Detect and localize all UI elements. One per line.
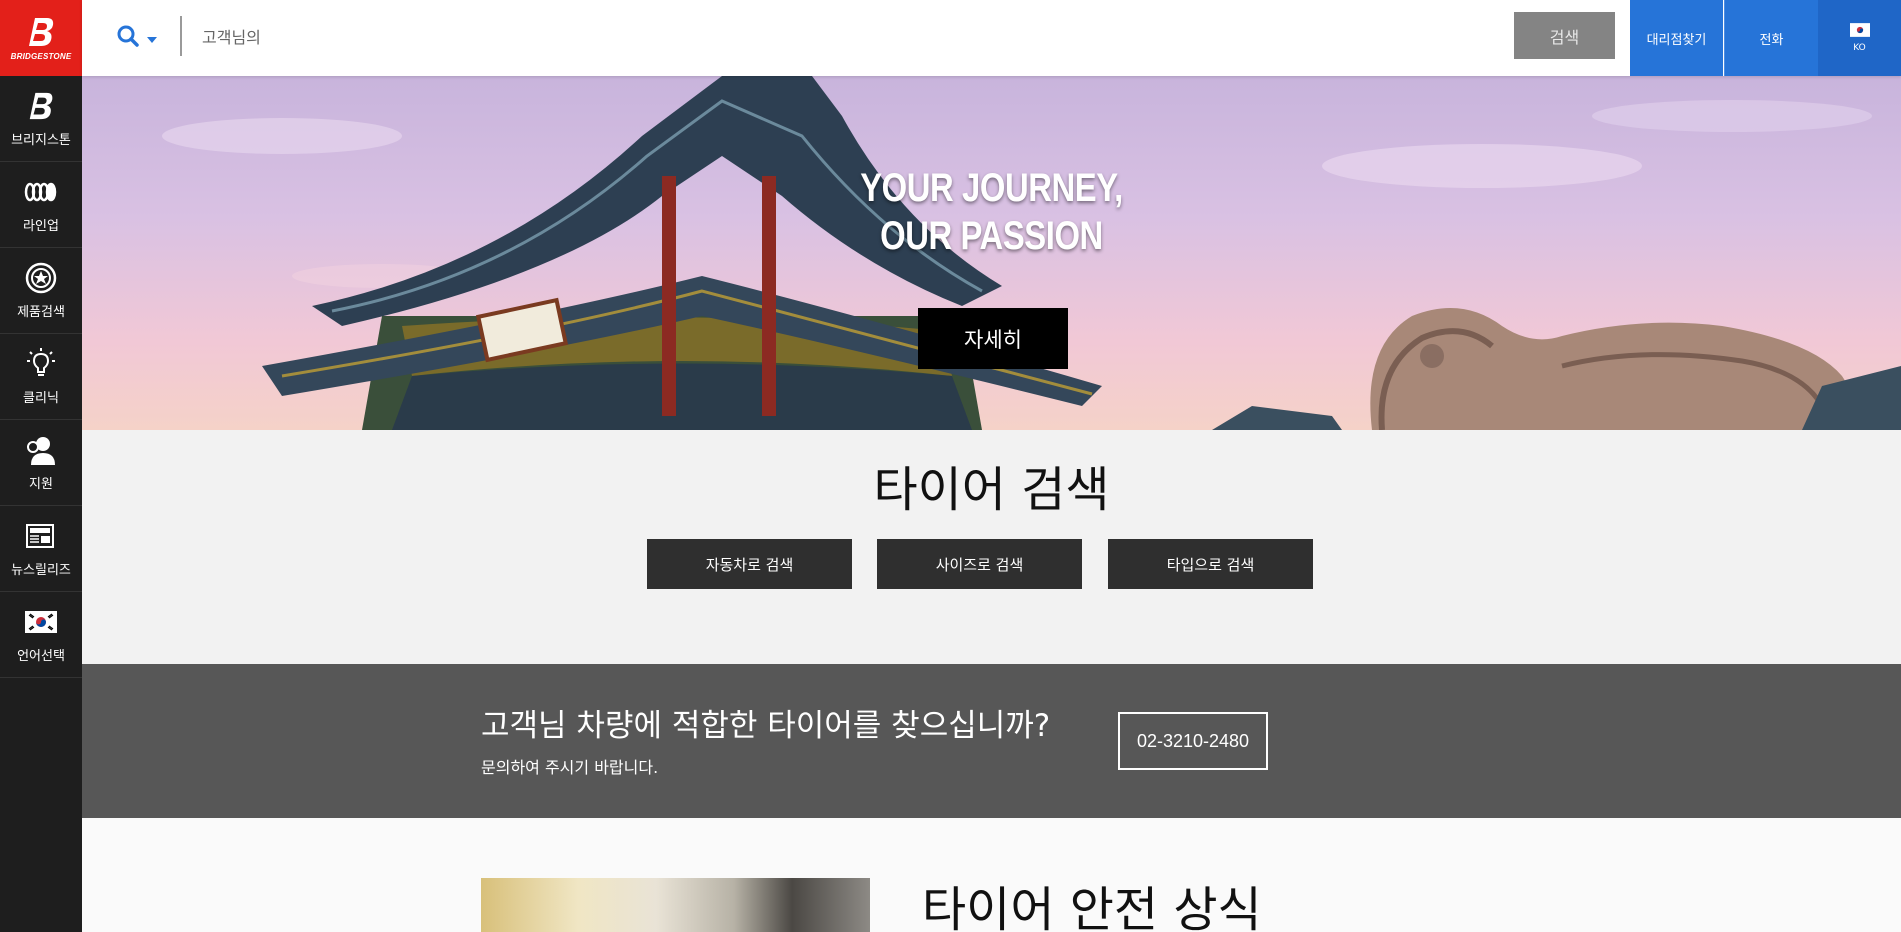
contact-title: 고객님 차량에 적합한 타이어를 찾으십니까? xyxy=(481,708,1051,744)
sidebar-item-bridgestone[interactable]: 브리지스톤 xyxy=(0,76,82,162)
wheel-icon xyxy=(24,261,58,295)
contact-subtitle: 문의하여 주시기 바랍니다. xyxy=(481,758,659,777)
sidebar-item-product-search[interactable]: 제품검색 xyxy=(0,248,82,334)
find-dealer-button[interactable]: 대리점찾기 xyxy=(1630,0,1723,76)
search-icon xyxy=(116,24,140,52)
tires-icon xyxy=(24,175,58,209)
search-input[interactable] xyxy=(200,18,1204,56)
phone-number-button[interactable]: 02-3210-2480 xyxy=(1118,712,1268,770)
sidebar-item-label: 제품검색 xyxy=(17,305,65,320)
phone-label: 전화 xyxy=(1759,32,1784,48)
search-button[interactable]: 검색 xyxy=(1514,12,1615,59)
sidebar-item-label: 뉴스릴리즈 xyxy=(11,563,71,578)
tire-safety-section: 타이어 안전 상식 xyxy=(82,818,1901,932)
language-selector[interactable]: KO xyxy=(1818,0,1901,76)
hero-title: YOUR JOURNEY, OUR PASSION xyxy=(246,164,1738,260)
sidebar: BRIDGESTONE 브리지스톤 라인업 제품검색 클리닉 지원 뉴스릴리즈 … xyxy=(0,0,82,932)
language-code: KO xyxy=(1853,43,1866,53)
korea-flag-icon xyxy=(1849,23,1870,41)
bridgestone-logo-icon xyxy=(26,15,56,49)
brand-name: BRIDGESTONE xyxy=(10,52,72,61)
search-by-type-button[interactable]: 타입으로 검색 xyxy=(1108,539,1313,589)
chevron-down-icon xyxy=(146,29,158,48)
brand-logo[interactable]: BRIDGESTONE xyxy=(0,0,82,76)
phone-button[interactable]: 전화 xyxy=(1724,0,1818,76)
sidebar-item-label: 브리지스톤 xyxy=(11,133,71,148)
korea-flag-icon xyxy=(24,605,58,639)
search-by-vehicle-button[interactable]: 자동차로 검색 xyxy=(647,539,852,589)
tire-safety-image xyxy=(481,878,870,932)
sidebar-item-label: 언어선택 xyxy=(17,649,65,664)
sidebar-item-label: 클리닉 xyxy=(23,391,59,406)
search-divider xyxy=(180,16,182,56)
sidebar-item-language[interactable]: 언어선택 xyxy=(0,592,82,678)
find-dealer-label: 대리점찾기 xyxy=(1646,32,1707,48)
hero-more-button[interactable]: 자세히 xyxy=(918,308,1068,369)
sidebar-item-support[interactable]: 지원 xyxy=(0,420,82,506)
bridgestone-b-icon xyxy=(24,89,58,123)
contact-banner: 고객님 차량에 적합한 타이어를 찾으십니까? 문의하여 주시기 바랍니다. 0… xyxy=(82,664,1901,818)
sidebar-item-lineup[interactable]: 라인업 xyxy=(0,162,82,248)
lightbulb-icon xyxy=(24,347,58,381)
sidebar-item-label: 라인업 xyxy=(23,219,59,234)
search-type-toggle[interactable] xyxy=(116,22,166,54)
newspaper-icon xyxy=(24,519,58,553)
tire-safety-title: 타이어 안전 상식 xyxy=(922,882,1262,932)
hero-banner: YOUR JOURNEY, OUR PASSION 자세히 xyxy=(82,76,1901,430)
hero-title-line1: YOUR JOURNEY, xyxy=(860,166,1123,210)
support-user-icon xyxy=(24,433,58,467)
sidebar-item-label: 지원 xyxy=(29,477,53,492)
search-by-size-button[interactable]: 사이즈로 검색 xyxy=(877,539,1082,589)
sidebar-item-clinic[interactable]: 클리닉 xyxy=(0,334,82,420)
hero-title-line2: OUR PASSION xyxy=(880,214,1103,258)
tire-search-section: 타이어 검색 자동차로 검색 사이즈로 검색 타입으로 검색 xyxy=(82,430,1901,664)
tire-search-title: 타이어 검색 xyxy=(873,462,1110,518)
sidebar-item-news[interactable]: 뉴스릴리즈 xyxy=(0,506,82,592)
top-header: 검색 대리점찾기 전화 KO xyxy=(82,0,1901,76)
